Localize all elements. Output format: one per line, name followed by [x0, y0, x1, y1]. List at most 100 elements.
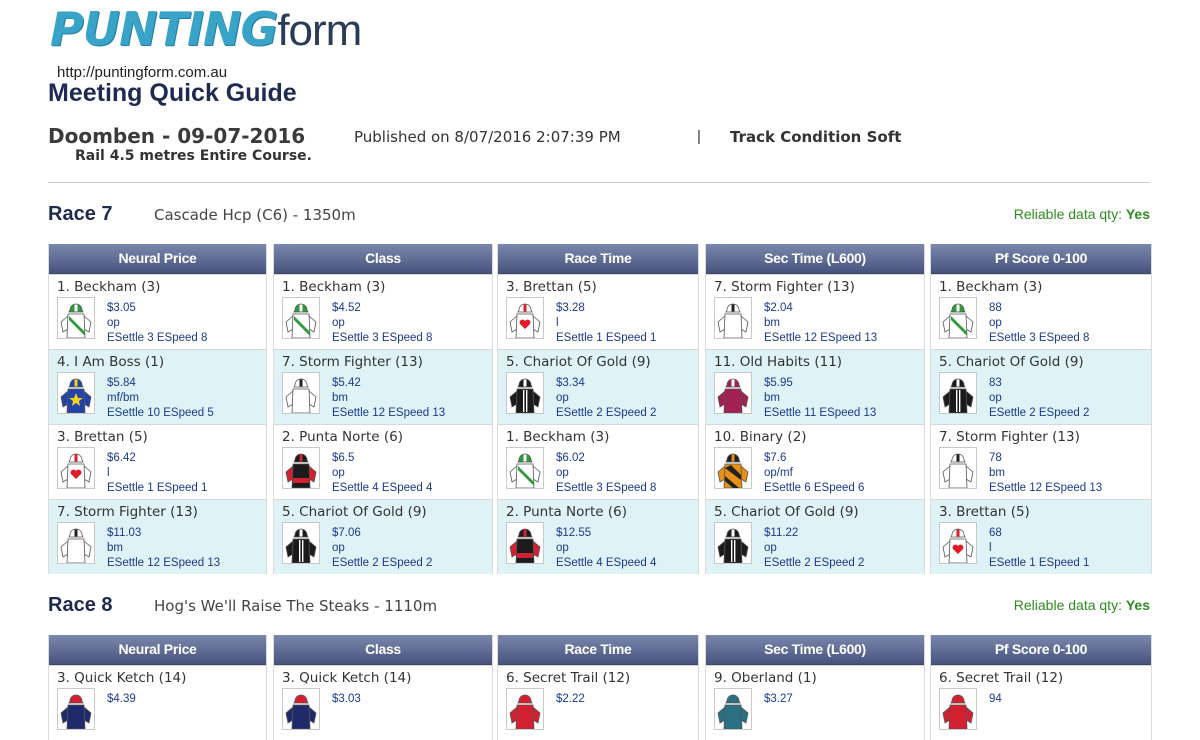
runner-name[interactable]: 5. Chariot Of Gold (9)	[506, 354, 651, 370]
jockey-silk-icon	[285, 453, 317, 488]
runner-name[interactable]: 7. Storm Fighter (13)	[57, 504, 198, 520]
runner-cell[interactable]: 7. Storm Fighter (13) $2.04 bm ESettle 12 …	[706, 274, 924, 349]
runner-cell[interactable]: 5. Chariot Of Gold (9) 83 op ESettle 2 ESp…	[931, 349, 1151, 424]
runner-cell[interactable]: 1. Beckham (3) $4.52 op ESettle 3 ESpeed 8	[274, 274, 492, 349]
runner-info: $7.6 op/mf ESettle 6 ESpeed 6	[764, 451, 864, 496]
column-header[interactable]: Sec Time (L600)	[706, 244, 924, 274]
runner-name[interactable]: 6. Secret Trail (12)	[939, 670, 1063, 686]
runner-name[interactable]: 5. Chariot Of Gold (9)	[282, 504, 427, 520]
runner-name[interactable]: 1. Beckham (3)	[57, 279, 160, 295]
runner-cell[interactable]: 10. Binary (2) $7.6 op/mf ESettle 6 ESpeed…	[706, 424, 924, 499]
column-header[interactable]: Pf Score 0-100	[931, 635, 1151, 665]
guide-column: Neural Price 1. Beckham (3) $3.05 op ESett…	[48, 244, 267, 574]
column-header[interactable]: Neural Price	[49, 635, 266, 665]
guide-column: Pf Score 0-100 1. Beckham (3) 88 op ESettl…	[930, 244, 1152, 574]
runner-cell[interactable]: 7. Storm Fighter (13) 78 bm ESettle 12 ESp…	[931, 424, 1151, 499]
runner-value: $6.5	[332, 452, 355, 464]
runner-settle-speed: ESettle 4 ESpeed 4	[556, 557, 657, 569]
runner-cell[interactable]: 5. Chariot Of Gold (9) $7.06 op ESettle 2 …	[274, 499, 492, 574]
runner-name[interactable]: 7. Storm Fighter (13)	[282, 354, 423, 370]
race-number[interactable]: Race 7	[48, 203, 113, 226]
runner-name[interactable]: 3. Quick Ketch (14)	[57, 670, 186, 686]
runner-cell[interactable]: 5. Chariot Of Gold (9) $11.22 op ESettle 2…	[706, 499, 924, 574]
runner-rating: bm	[764, 317, 780, 329]
runner-cell[interactable]: 3. Brettan (5) 68 l ESettle 1 ESpeed 1	[931, 499, 1151, 574]
runner-info: $7.06 op ESettle 2 ESpeed 2	[332, 526, 432, 571]
runner-cell[interactable]: 5. Chariot Of Gold (9) $3.34 op ESettle 2 …	[498, 349, 698, 424]
runner-name[interactable]: 2. Punta Norte (6)	[282, 429, 403, 445]
runner-rating: op	[332, 317, 345, 329]
jockey-silk-icon	[942, 303, 974, 338]
runner-value: $7.06	[332, 527, 361, 539]
runner-value: $3.34	[556, 377, 585, 389]
runner-cell[interactable]: 3. Quick Ketch (14) $3.03	[274, 665, 492, 740]
runner-cell[interactable]: 3. Brettan (5) $6.42 l ESettle 1 ESpeed 1	[49, 424, 266, 499]
runner-cell[interactable]: 6. Secret Trail (12) $2.22	[498, 665, 698, 740]
runner-name[interactable]: 6. Secret Trail (12)	[506, 670, 630, 686]
runner-name[interactable]: 1. Beckham (3)	[939, 279, 1042, 295]
runner-info: $11.03 bm ESettle 12 ESpeed 13	[107, 526, 220, 571]
jockey-silk-icon	[285, 303, 317, 338]
runner-cell[interactable]: 3. Quick Ketch (14) $4.39	[49, 665, 266, 740]
runner-value: $6.42	[107, 452, 136, 464]
runner-rating: op/mf	[764, 467, 793, 479]
runner-rating: mf/bm	[107, 392, 139, 404]
runner-name[interactable]: 7. Storm Fighter (13)	[939, 429, 1080, 445]
page-title: Meeting Quick Guide	[48, 79, 297, 107]
runner-rating: l	[556, 317, 559, 329]
runner-cell[interactable]: 11. Old Habits (11) $5.95 bm ESettle 11 ES…	[706, 349, 924, 424]
race-number[interactable]: Race 8	[48, 594, 113, 617]
runner-name[interactable]: 5. Chariot Of Gold (9)	[714, 504, 859, 520]
column-header[interactable]: Class	[274, 635, 492, 665]
runner-settle-speed: ESettle 1 ESpeed 1	[556, 332, 657, 344]
column-header[interactable]: Class	[274, 244, 492, 274]
column-header[interactable]: Sec Time (L600)	[706, 635, 924, 665]
runner-name[interactable]: 1. Beckham (3)	[506, 429, 609, 445]
runner-name[interactable]: 3. Brettan (5)	[57, 429, 148, 445]
runner-rating: bm	[764, 392, 780, 404]
runner-name[interactable]: 7. Storm Fighter (13)	[714, 279, 855, 295]
runner-cell[interactable]: 1. Beckham (3) $3.05 op ESettle 3 ESpeed 8	[49, 274, 266, 349]
runner-name[interactable]: 2. Punta Norte (6)	[506, 504, 627, 520]
runner-cell[interactable]: 1. Beckham (3) 88 op ESettle 3 ESpeed 8	[931, 274, 1151, 349]
column-header[interactable]: Neural Price	[49, 244, 266, 274]
runner-settle-speed: ESettle 4 ESpeed 4	[332, 482, 433, 494]
runner-name[interactable]: 9. Oberland (1)	[714, 670, 817, 686]
runner-rating: l	[107, 467, 110, 479]
runner-name[interactable]: 5. Chariot Of Gold (9)	[939, 354, 1084, 370]
runner-cell[interactable]: 9. Oberland (1) $3.27	[706, 665, 924, 740]
column-header[interactable]: Race Time	[498, 635, 698, 665]
runner-cell[interactable]: 7. Storm Fighter (13) $11.03 bm ESettle 12…	[49, 499, 266, 574]
jockey-silk-icon	[60, 303, 92, 338]
guide-column: Neural Price 3. Quick Ketch (14) $4.39	[48, 635, 267, 740]
runner-cell[interactable]: 1. Beckham (3) $6.02 op ESettle 3 ESpeed 8	[498, 424, 698, 499]
rail-position: Rail 4.5 metres Entire Course.	[75, 148, 312, 164]
jockey-silk	[714, 447, 752, 489]
jockey-silk	[714, 522, 752, 564]
runner-rating: op	[332, 467, 345, 479]
runner-name[interactable]: 3. Quick Ketch (14)	[282, 670, 411, 686]
runner-cell[interactable]: 2. Punta Norte (6) $12.55 op ESettle 4 ESp…	[498, 499, 698, 574]
runner-info: $5.95 bm ESettle 11 ESpeed 13	[764, 376, 876, 421]
puntingform-logo[interactable]: PUNTINGform	[50, 2, 362, 56]
runner-name[interactable]: 4. I Am Boss (1)	[57, 354, 164, 370]
runner-cell[interactable]: 7. Storm Fighter (13) $5.42 bm ESettle 12 …	[274, 349, 492, 424]
runner-name[interactable]: 3. Brettan (5)	[506, 279, 597, 295]
runner-cell[interactable]: 6. Secret Trail (12) 94	[931, 665, 1151, 740]
column-header[interactable]: Race Time	[498, 244, 698, 274]
runner-cell[interactable]: 2. Punta Norte (6) $6.5 op ESettle 4 ESpee…	[274, 424, 492, 499]
runner-name[interactable]: 1. Beckham (3)	[282, 279, 385, 295]
runner-value: $5.42	[332, 377, 361, 389]
runner-info: $3.28 l ESettle 1 ESpeed 1	[556, 301, 656, 346]
runner-name[interactable]: 11. Old Habits (11)	[714, 354, 842, 370]
runner-cell[interactable]: 4. I Am Boss (1) $5.84 mf/bm ESettle 10 ES…	[49, 349, 266, 424]
jockey-silk	[506, 372, 544, 414]
reliable-value: Yes	[1125, 597, 1150, 613]
runner-info: $6.02 op ESettle 3 ESpeed 8	[556, 451, 656, 496]
jockey-silk-icon	[509, 453, 541, 488]
runner-name[interactable]: 10. Binary (2)	[714, 429, 807, 445]
runner-name[interactable]: 3. Brettan (5)	[939, 504, 1030, 520]
runner-settle-speed: ESettle 1 ESpeed 1	[989, 557, 1090, 569]
column-header[interactable]: Pf Score 0-100	[931, 244, 1151, 274]
runner-cell[interactable]: 3. Brettan (5) $3.28 l ESettle 1 ESpeed 1	[498, 274, 698, 349]
